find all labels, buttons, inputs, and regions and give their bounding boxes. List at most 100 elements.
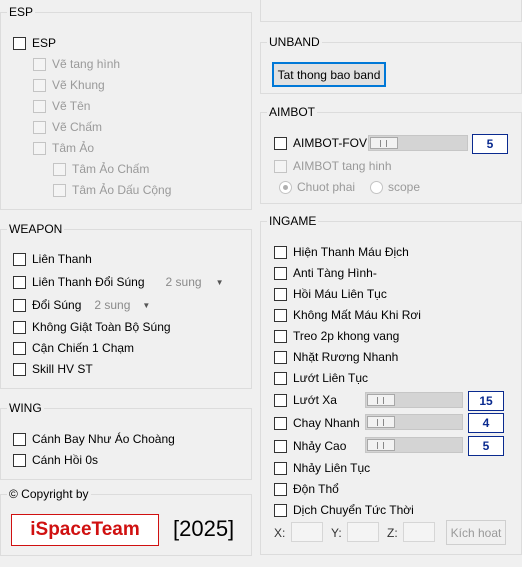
weapon-option-box[interactable]	[13, 275, 26, 289]
radio-label: scope	[388, 180, 421, 194]
esp-legend: ESP	[7, 5, 36, 19]
ingame-option-box[interactable]	[274, 245, 287, 259]
esp-option-box[interactable]	[33, 57, 46, 71]
wing-option-box[interactable]	[13, 453, 26, 467]
ingame-option-anti-tang-hinh[interactable]: Anti Tàng Hình-	[274, 264, 377, 282]
x-input[interactable]	[291, 522, 323, 542]
aimbot-fov-value[interactable]: 5	[472, 134, 508, 154]
ingame-option-luot-lien-tuc[interactable]: Lướt Liên Tục	[274, 369, 368, 387]
ingame-option-box[interactable]	[274, 350, 287, 364]
esp-option-ve-tang-hinh[interactable]: Vẽ tang hình	[33, 55, 120, 73]
radio-button[interactable]	[370, 180, 383, 194]
chay-nhanh-value[interactable]: 4	[468, 413, 504, 433]
esp-option-ve-ten[interactable]: Vẽ Tên	[33, 97, 90, 115]
esp-option-ve-khung[interactable]: Vẽ Khung	[33, 76, 105, 94]
ingame-option-box[interactable]	[274, 416, 287, 430]
ingame-option-box[interactable]	[274, 329, 287, 343]
esp-sub-box[interactable]	[53, 162, 66, 176]
weapon-option-skill-hv-st[interactable]: Skill HV ST	[13, 360, 93, 378]
ingame-option-box[interactable]	[274, 393, 287, 407]
ingame-option-label: Dịch Chuyển Tức Thời	[293, 503, 414, 517]
esp-checkbox-box[interactable]	[13, 36, 26, 50]
weapon-option-box[interactable]	[13, 252, 26, 266]
wing-option-box[interactable]	[13, 432, 26, 446]
ingame-option-don-tho[interactable]: Độn Thổ	[274, 480, 339, 498]
radio-button[interactable]	[279, 180, 292, 194]
luot-xa-slider[interactable]	[365, 392, 463, 408]
ingame-option-luot-xa[interactable]: Lướt Xa	[274, 391, 337, 409]
copyright-year: [2025]	[173, 516, 235, 541]
weapon-option-lien-thanh-doi-sung[interactable]: Liên Thanh Đổi Súng 2 sung ▼	[13, 273, 223, 291]
ingame-option-box[interactable]	[274, 287, 287, 301]
luot-xa-value[interactable]: 15	[468, 391, 504, 411]
ingame-option-label: Lướt Liên Tục	[293, 371, 369, 385]
slider-thumb[interactable]	[367, 394, 395, 406]
weapon-option-lien-thanh[interactable]: Liên Thanh	[13, 250, 92, 268]
aimbot-radio-scope[interactable]: scope	[370, 178, 420, 196]
chevron-down-icon[interactable]: ▼	[216, 278, 224, 287]
ingame-option-box[interactable]	[274, 308, 287, 322]
esp-option-label: Tâm Ảo	[52, 141, 95, 155]
ingame-option-dich-chuyen[interactable]: Dịch Chuyển Tức Thời	[274, 501, 414, 519]
ingame-option-box[interactable]	[274, 503, 287, 517]
weapon-option-box[interactable]	[13, 298, 26, 312]
nhay-cao-slider[interactable]	[365, 437, 463, 453]
esp-option-box[interactable]	[33, 120, 46, 134]
esp-option-ve-cham[interactable]: Vẽ Chấm	[33, 118, 102, 136]
esp-sub-tam-ao-cham[interactable]: Tâm Ảo Chấm	[53, 160, 149, 178]
ingame-option-treo-2p[interactable]: Treo 2p khong vang	[274, 327, 399, 345]
ingame-option-nhat-ruong[interactable]: Nhặt Rương Nhanh	[274, 348, 398, 366]
aimbot-fov-box[interactable]	[274, 136, 287, 150]
aimbot-fov-slider[interactable]	[368, 135, 468, 151]
weapon-option-label: Skill HV ST	[32, 362, 93, 376]
esp-option-tam-ao[interactable]: Tâm Ảo	[33, 139, 94, 157]
chevron-down-icon[interactable]: ▼	[142, 301, 150, 310]
esp-sub-tam-ao-dau-cong[interactable]: Tâm Ảo Dấu Cộng	[53, 181, 171, 199]
weapon-option-box[interactable]	[13, 341, 26, 355]
ingame-option-khong-mat-mau[interactable]: Không Mất Máu Khi Rơi	[274, 306, 421, 324]
wing-option-canh-hoi[interactable]: Cánh Hồi 0s	[13, 451, 98, 469]
ingame-option-box[interactable]	[274, 266, 287, 280]
weapon-option-box[interactable]	[13, 320, 26, 334]
ingame-option-chay-nhanh[interactable]: Chay Nhanh	[274, 414, 360, 432]
weapon-legend: WEAPON	[7, 222, 65, 236]
esp-checkbox-label: ESP	[32, 36, 57, 50]
esp-sub-box[interactable]	[53, 183, 66, 197]
slider-thumb[interactable]	[367, 439, 395, 451]
weapon-combo-1[interactable]: 2 sung	[166, 275, 202, 289]
ingame-option-nhay-lien-tuc[interactable]: Nhảy Liên Tục	[274, 459, 370, 477]
ingame-option-box[interactable]	[274, 482, 287, 496]
ingame-option-hoi-mau[interactable]: Hồi Máu Liên Tục	[274, 285, 387, 303]
y-input[interactable]	[347, 522, 379, 542]
weapon-option-box[interactable]	[13, 362, 26, 376]
top-right-panel	[260, 0, 522, 22]
ingame-option-box[interactable]	[274, 461, 287, 475]
z-input[interactable]	[403, 522, 435, 542]
aimbot-stealth-checkbox[interactable]: AIMBOT tang hinh	[274, 157, 392, 175]
wing-option-label: Cánh Hồi 0s	[32, 453, 99, 467]
esp-option-box[interactable]	[33, 99, 46, 113]
weapon-option-khong-giat[interactable]: Không Giật Toàn Bộ Súng	[13, 318, 171, 336]
ingame-option-hien-thanh-mau[interactable]: Hiện Thanh Máu Địch	[274, 243, 409, 261]
esp-option-box[interactable]	[33, 78, 46, 92]
chay-nhanh-slider[interactable]	[365, 414, 463, 430]
esp-option-box[interactable]	[33, 141, 46, 155]
ingame-option-box[interactable]	[274, 371, 287, 385]
tat-thong-bao-band-button[interactable]: Tat thong bao band	[272, 62, 386, 87]
weapon-option-doi-sung[interactable]: Đổi Súng 2 sung ▼	[13, 296, 150, 314]
ingame-option-nhay-cao[interactable]: Nhảy Cao	[274, 437, 346, 455]
weapon-option-can-chien[interactable]: Cận Chiến 1 Chạm	[13, 339, 134, 357]
weapon-combo-2[interactable]: 2 sung	[94, 298, 130, 312]
esp-checkbox[interactable]: ESP	[13, 34, 56, 52]
slider-thumb[interactable]	[370, 137, 398, 149]
wing-option-canh-bay[interactable]: Cánh Bay Như Áo Choàng	[13, 430, 175, 448]
nhay-cao-value[interactable]: 5	[468, 436, 504, 456]
ingame-option-box[interactable]	[274, 439, 287, 453]
aimbot-fov-checkbox[interactable]: AIMBOT-FOV	[274, 134, 367, 152]
aimbot-fov-label: AIMBOT-FOV	[293, 136, 368, 150]
kich-hoat-button[interactable]: Kích hoat	[446, 520, 506, 545]
ingame-option-label: Nhặt Rương Nhanh	[293, 350, 399, 364]
aimbot-radio-chuot-phai[interactable]: Chuot phai	[279, 178, 355, 196]
aimbot-stealth-box[interactable]	[274, 159, 287, 173]
slider-thumb[interactable]	[367, 416, 395, 428]
